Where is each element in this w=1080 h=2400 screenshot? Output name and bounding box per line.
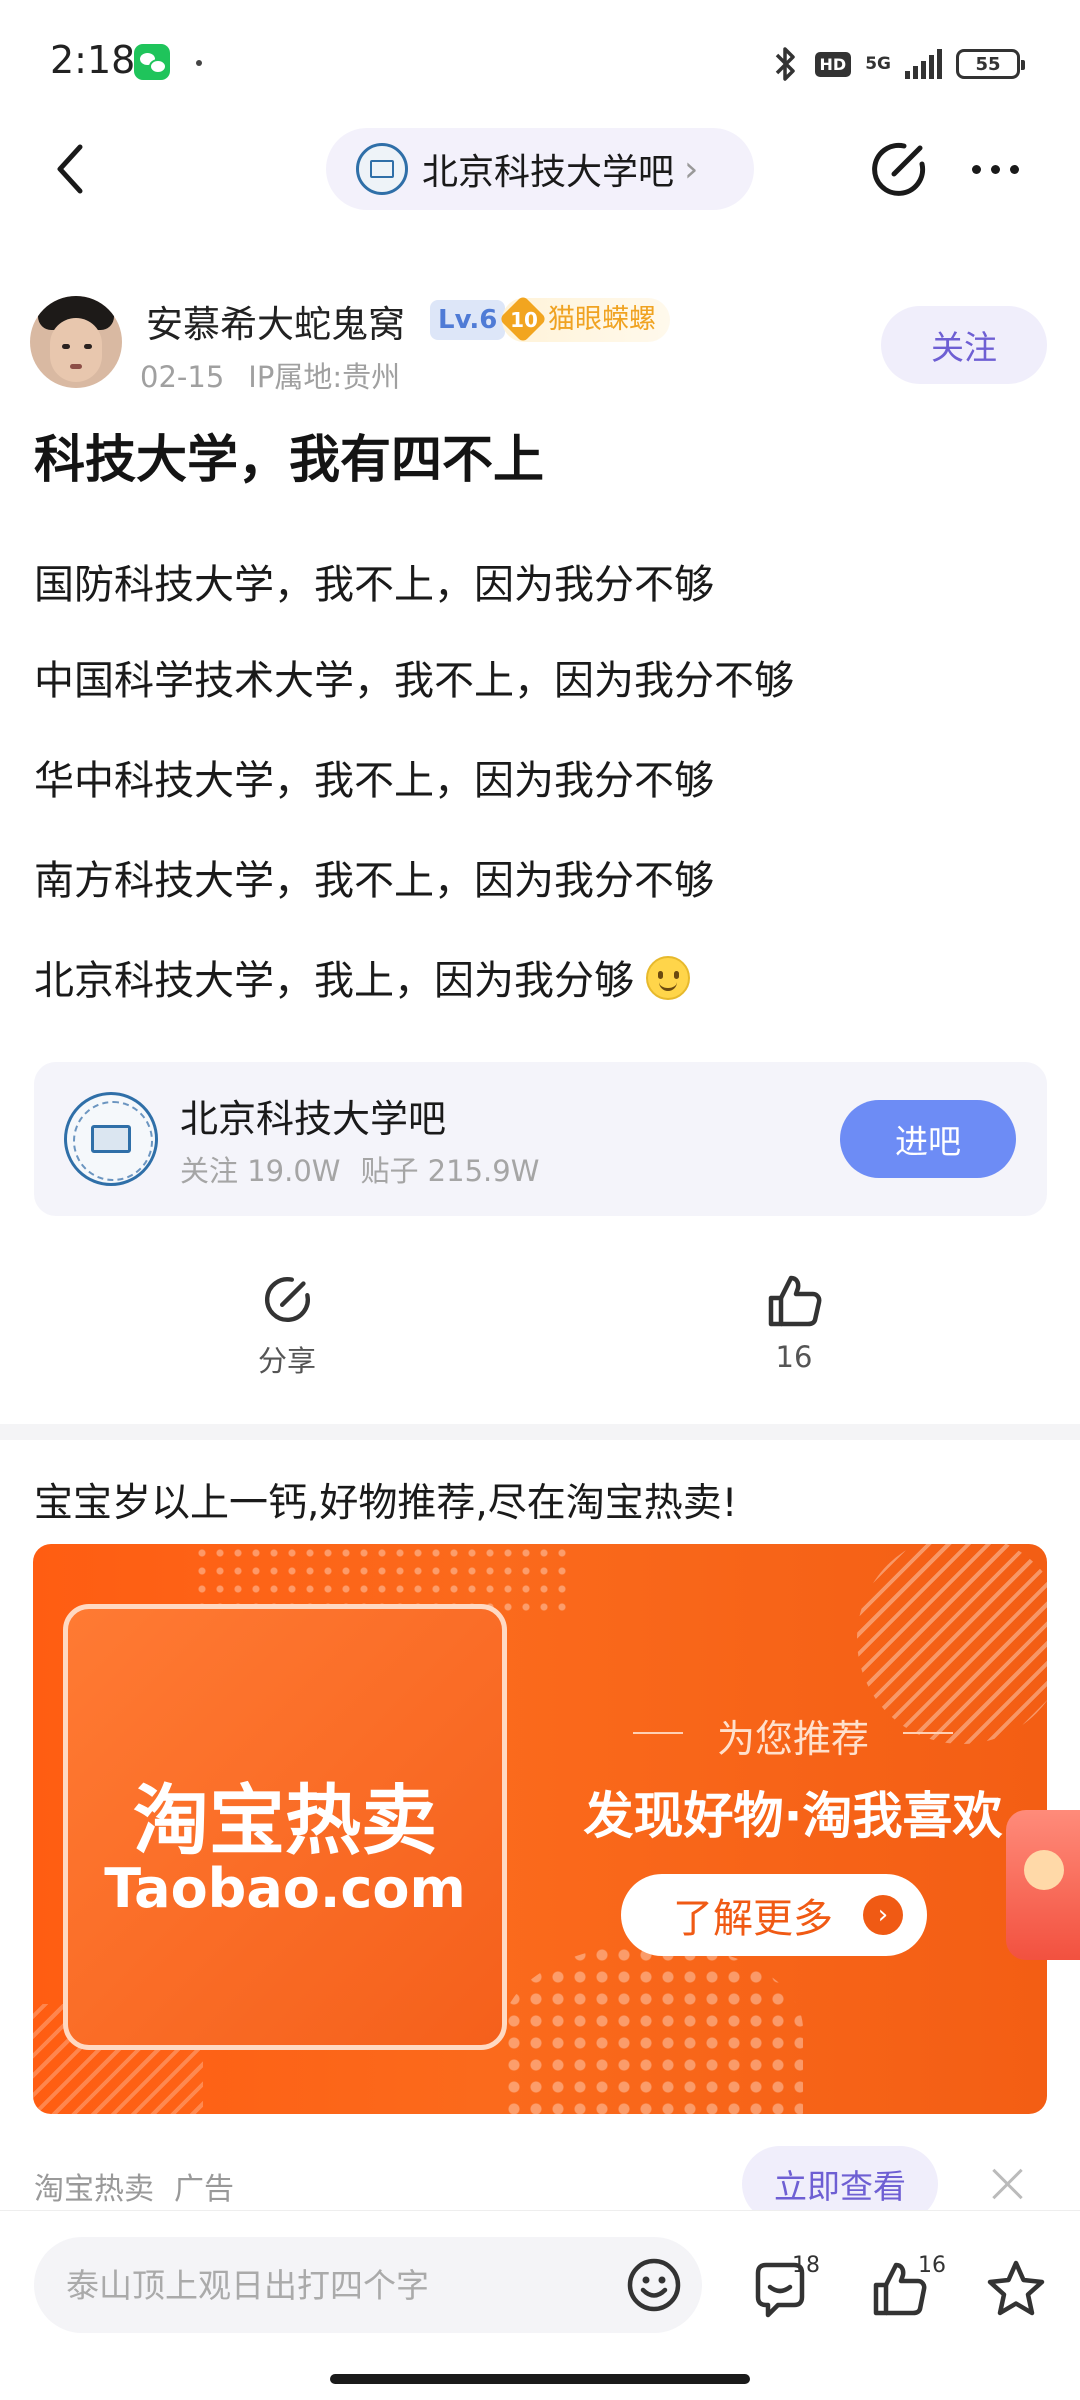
ad-domain: Taobao.com	[104, 1857, 466, 1920]
battery-level: 55	[975, 53, 1001, 75]
forum-name: 北京科技大学吧	[422, 152, 675, 193]
share-action[interactable]: 分享	[217, 1270, 357, 1380]
back-button[interactable]	[40, 136, 100, 202]
forum-pill[interactable]: 北京科技大学吧 ›	[326, 128, 754, 210]
level-badge: Lv.6	[430, 300, 506, 340]
edit-icon	[872, 142, 926, 196]
forum-posts: 贴子 215.9W	[360, 1154, 540, 1188]
post-line: 中国科学技术大学，我不上，因为我分不够	[34, 658, 794, 704]
notification-dot	[196, 60, 202, 66]
author-name[interactable]: 安慕希大蛇鬼窝	[146, 294, 405, 348]
emoji-icon[interactable]	[624, 2255, 684, 2315]
forum-card-stats: 关注 19.0W 贴子 215.9W	[180, 1148, 539, 1190]
ad-source-name: 淘宝热卖	[34, 2172, 154, 2207]
chevron-right-icon: ›	[684, 148, 699, 190]
bottom-bar: 18 16	[0, 2210, 1080, 2400]
fan-badge: 10 猫眼蝾螺	[502, 298, 670, 342]
hd-badge: HD	[814, 51, 852, 77]
status-time: 2:18	[50, 38, 136, 82]
star-icon[interactable]	[984, 2257, 1048, 2321]
forum-followers: 关注 19.0W	[180, 1154, 341, 1188]
post-meta: 02-15 IP属地:贵州	[140, 354, 400, 396]
follow-button[interactable]: 关注	[881, 306, 1047, 384]
battery-icon: 55	[956, 49, 1025, 79]
bluetooth-icon	[775, 47, 795, 81]
wechat-icon	[134, 44, 170, 80]
author-row: 安慕希大蛇鬼窝 Lv.6 10 猫眼蝾螺 02-15 IP属地:贵州 关注	[0, 292, 1080, 402]
forum-card-name: 北京科技大学吧	[180, 1097, 447, 1141]
enter-forum-button[interactable]: 进吧	[840, 1100, 1016, 1178]
ad-brand: 淘宝热卖	[133, 1776, 437, 1865]
network-type: 5G	[865, 54, 891, 74]
like-action[interactable]: 16	[724, 1270, 864, 1380]
ad-brand-box: 淘宝热卖 Taobao.com	[63, 1604, 507, 2050]
signal-icon	[905, 49, 942, 79]
ad-cta-button[interactable]: 了解更多 ›	[621, 1874, 927, 1956]
post-date: 02-15	[140, 360, 225, 394]
close-icon[interactable]	[986, 2162, 1030, 2206]
status-icons: HD 5G 55	[771, 44, 1025, 84]
forum-logo	[64, 1092, 158, 1186]
post-line: 南方科技大学，我不上，因为我分不够	[34, 858, 714, 904]
ad-banner[interactable]: 淘宝热卖 Taobao.com 为您推荐 发现好物·淘我喜欢 了解更多 ›	[33, 1544, 1047, 2114]
back-icon	[57, 144, 83, 194]
thumbs-up-icon	[768, 1275, 822, 1327]
home-indicator[interactable]	[330, 2374, 750, 2384]
comment-count: 18	[792, 2253, 820, 2278]
ad-tag: 广告	[174, 2172, 234, 2207]
arrow-right-icon: ›	[863, 1895, 903, 1935]
avatar[interactable]	[30, 296, 122, 388]
smile-emoji-icon	[646, 956, 690, 1000]
comment-box[interactable]	[34, 2237, 702, 2333]
post-line-last: 北京科技大学，我上，因为我分够	[34, 948, 690, 1006]
more-icon	[971, 164, 981, 174]
comment-input[interactable]	[66, 2237, 606, 2333]
red-packet-float-icon[interactable]	[1006, 1810, 1080, 1960]
ad-source: 淘宝热卖 广告	[34, 2164, 234, 2208]
forum-card[interactable]: 北京科技大学吧 关注 19.0W 贴子 215.9W 进吧	[34, 1062, 1047, 1216]
share-icon	[265, 1277, 310, 1322]
post-line: 华中科技大学，我不上，因为我分不够	[34, 758, 714, 804]
like-count: 16	[775, 1340, 813, 1374]
fan-level: 10	[502, 298, 546, 342]
status-bar: 2:18 HD 5G 55	[0, 0, 1080, 128]
ad-subtitle: 为您推荐	[593, 1708, 993, 1763]
ad-title[interactable]: 宝宝岁以上一钙,好物推荐,尽在淘宝热卖!	[34, 1472, 737, 1528]
like-count-bottom: 16	[918, 2253, 946, 2278]
ad-cta-label: 了解更多	[673, 1896, 833, 1942]
forum-logo	[356, 143, 408, 195]
edit-button[interactable]	[864, 134, 934, 204]
share-label: 分享	[257, 1344, 316, 1378]
more-button[interactable]	[960, 134, 1030, 204]
top-navbar: 北京科技大学吧 ›	[0, 128, 1080, 210]
post-line-text: 北京科技大学，我上，因为我分够	[34, 958, 634, 1004]
post-title: 科技大学，我有四不上	[34, 431, 545, 490]
post-line: 国防科技大学，我不上，因为我分不够	[34, 562, 714, 608]
ip-location: IP属地:贵州	[248, 360, 401, 394]
fan-title: 猫眼蝾螺	[548, 304, 656, 335]
section-divider	[0, 1424, 1080, 1440]
ad-headline: 发现好物·淘我喜欢	[583, 1787, 1003, 1845]
